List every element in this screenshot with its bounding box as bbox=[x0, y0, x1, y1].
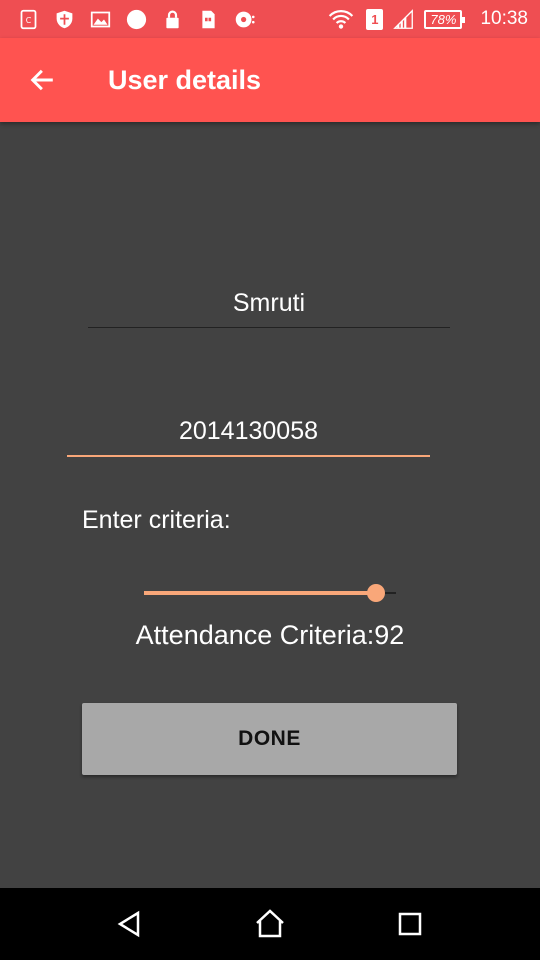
id-field[interactable]: 2014130058 bbox=[67, 408, 430, 457]
nav-recents-button[interactable] bbox=[380, 894, 440, 954]
name-field[interactable]: Smruti bbox=[88, 280, 450, 328]
criteria-label: Enter criteria: bbox=[82, 506, 231, 534]
battery-indicator: 78% bbox=[424, 9, 466, 29]
image-icon bbox=[90, 9, 111, 30]
sim-card-icon bbox=[198, 9, 219, 30]
nav-home-button[interactable] bbox=[240, 894, 300, 954]
clock: 10:38 bbox=[480, 8, 528, 29]
home-icon bbox=[256, 909, 284, 938]
nav-back-button[interactable] bbox=[100, 894, 160, 954]
sim-slot-badge: 1 bbox=[366, 8, 384, 30]
svg-text:C: C bbox=[26, 16, 32, 25]
done-button[interactable]: DONE bbox=[82, 703, 457, 775]
navigation-bar bbox=[0, 888, 540, 960]
clipboard-icon: C bbox=[18, 9, 39, 30]
system-status: 1 78% 10:38 bbox=[326, 8, 528, 30]
attendance-slider[interactable] bbox=[144, 582, 396, 604]
app-bar: User details bbox=[0, 38, 540, 122]
circle-icon bbox=[126, 9, 147, 30]
back-button[interactable] bbox=[0, 38, 84, 122]
lock-icon bbox=[162, 9, 183, 30]
arrow-left-icon bbox=[30, 69, 53, 91]
page-title: User details bbox=[108, 64, 262, 95]
notification-icons: C bbox=[18, 9, 326, 30]
wifi-icon bbox=[326, 9, 356, 30]
status-bar: C 1 78% 10:38 bbox=[0, 0, 540, 38]
slider-fill bbox=[144, 591, 376, 595]
back-triangle-icon bbox=[117, 910, 140, 938]
camera-icon bbox=[234, 9, 255, 30]
shield-icon bbox=[54, 9, 75, 30]
attendance-criteria-text: Attendance Criteria:92 bbox=[135, 620, 405, 650]
signal-icon bbox=[393, 8, 414, 30]
slider-thumb[interactable] bbox=[366, 584, 385, 602]
recents-square-icon bbox=[398, 912, 422, 936]
